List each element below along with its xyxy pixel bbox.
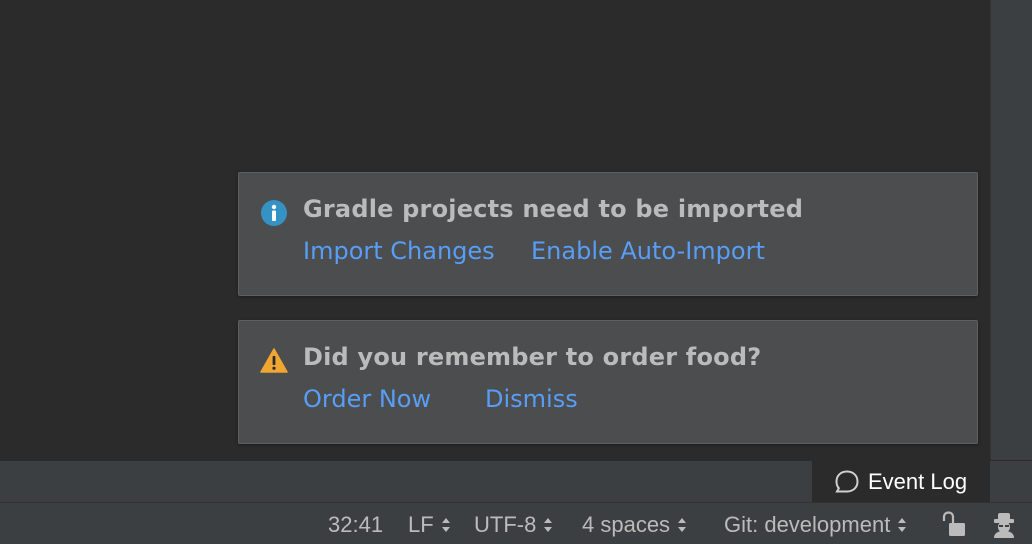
notification-title: Did you remember to order food? bbox=[303, 343, 762, 371]
dismiss-link[interactable]: Dismiss bbox=[485, 385, 578, 413]
enable-auto-import-link[interactable]: Enable Auto-Import bbox=[531, 237, 765, 265]
indent-value: 4 spaces bbox=[582, 512, 671, 537]
line-separator-value: LF bbox=[408, 512, 434, 537]
right-tool-window-strip bbox=[990, 0, 1032, 460]
speech-bubble-icon bbox=[835, 470, 859, 493]
warning-icon bbox=[260, 348, 288, 373]
up-down-chevron-icon bbox=[441, 518, 450, 532]
import-changes-link[interactable]: Import Changes bbox=[303, 237, 495, 265]
event-log-tab[interactable]: Event Log bbox=[812, 461, 990, 503]
vcs-branch-value: Git: development bbox=[724, 512, 891, 537]
line-separator-selector[interactable]: LF bbox=[408, 512, 451, 538]
status-bar: 32:41 LF UTF-8 4 spaces Git: development bbox=[0, 502, 1032, 544]
notification-gradle-import: Gradle projects need to be imported Impo… bbox=[238, 172, 978, 296]
bottom-tool-strip: Event Log bbox=[0, 460, 1032, 503]
caret-position[interactable]: 32:41 bbox=[328, 512, 383, 538]
hector-inspector-icon[interactable] bbox=[990, 511, 1018, 539]
caret-position-value: 32:41 bbox=[328, 512, 384, 537]
indent-selector[interactable]: 4 spaces bbox=[582, 512, 687, 538]
unlocked-padlock-icon[interactable] bbox=[940, 511, 968, 539]
vcs-branch-selector[interactable]: Git: development bbox=[724, 512, 907, 538]
event-log-label: Event Log bbox=[868, 469, 968, 494]
order-now-link[interactable]: Order Now bbox=[303, 385, 431, 413]
up-down-chevron-icon bbox=[544, 518, 553, 532]
notification-order-food: Did you remember to order food? Order No… bbox=[238, 320, 978, 444]
info-icon bbox=[261, 200, 287, 226]
up-down-chevron-icon bbox=[898, 518, 907, 532]
encoding-value: UTF-8 bbox=[474, 512, 537, 537]
up-down-chevron-icon bbox=[678, 518, 687, 532]
notification-title: Gradle projects need to be imported bbox=[303, 195, 804, 223]
encoding-selector[interactable]: UTF-8 bbox=[474, 512, 553, 538]
